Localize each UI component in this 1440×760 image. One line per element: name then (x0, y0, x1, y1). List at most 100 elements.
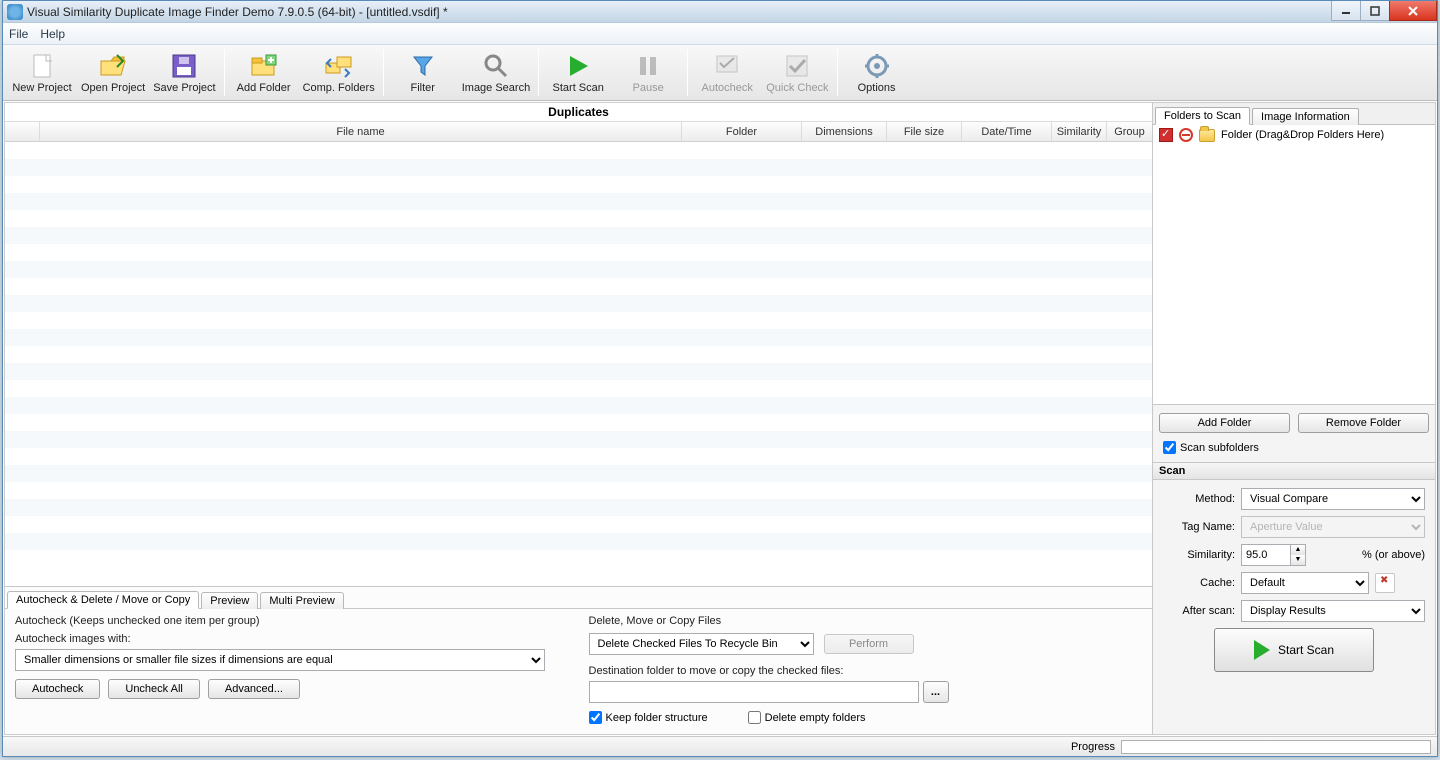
autocheck-label: Autocheck images with: (15, 633, 569, 645)
exclude-toggle-icon[interactable] (1179, 128, 1193, 142)
image-search-button[interactable]: Image Search (458, 45, 534, 100)
uncheck-all-button[interactable]: Uncheck All (108, 679, 199, 699)
bottom-panel: Autocheck & Delete / Move or Copy Previe… (5, 586, 1152, 734)
menu-file[interactable]: File (9, 27, 28, 41)
afterscan-select[interactable]: Display Results (1241, 600, 1425, 622)
column-checkbox[interactable] (5, 122, 40, 141)
column-folder[interactable]: Folder (682, 122, 802, 141)
folder-placeholder-text: Folder (Drag&Drop Folders Here) (1221, 129, 1384, 141)
scan-form: Method: Visual Compare Tag Name: Apertur… (1153, 480, 1435, 680)
column-datetime[interactable]: Date/Time (962, 122, 1052, 141)
toolbar: New Project Open Project Save Project Ad… (3, 45, 1437, 101)
add-folder-side-button[interactable]: Add Folder (1159, 413, 1290, 433)
scan-subfolders-checkbox[interactable] (1163, 441, 1176, 454)
perform-button[interactable]: Perform (824, 634, 914, 654)
method-select[interactable]: Visual Compare (1241, 488, 1425, 510)
app-icon (7, 4, 23, 20)
filter-icon (409, 52, 437, 80)
results-grid[interactable] (5, 142, 1152, 586)
progress-label: Progress (1071, 741, 1115, 753)
comp-folders-button[interactable]: Comp. Folders (299, 45, 379, 100)
play-icon (564, 52, 592, 80)
tab-folders-to-scan[interactable]: Folders to Scan (1155, 107, 1250, 125)
destination-input[interactable] (589, 681, 919, 703)
cache-label: Cache: (1163, 577, 1235, 589)
tab-multi-preview[interactable]: Multi Preview (260, 592, 343, 609)
method-label: Method: (1163, 493, 1235, 505)
tab-image-information[interactable]: Image Information (1252, 108, 1359, 125)
cache-select[interactable]: Default (1241, 572, 1369, 594)
titlebar: Visual Similarity Duplicate Image Finder… (3, 1, 1437, 23)
tab-autocheck[interactable]: Autocheck & Delete / Move or Copy (7, 591, 199, 609)
tagname-label: Tag Name: (1163, 521, 1235, 533)
tagname-select: Aperture Value (1241, 516, 1425, 538)
similarity-input[interactable] (1241, 544, 1291, 566)
remove-folder-button[interactable]: Remove Folder (1298, 413, 1429, 433)
right-pane: Folders to Scan Image Information Folder… (1152, 103, 1435, 734)
maximize-button[interactable] (1360, 1, 1390, 21)
keep-structure-checkbox[interactable]: Keep folder structure (589, 711, 708, 724)
folder-row[interactable]: Folder (Drag&Drop Folders Here) (1153, 125, 1435, 145)
gear-icon (863, 52, 891, 80)
autocheck-title: Autocheck (Keeps unchecked one item per … (15, 615, 569, 627)
filter-button[interactable]: Filter (388, 45, 458, 100)
minimize-button[interactable] (1331, 1, 1361, 21)
play-icon (1254, 640, 1270, 660)
browse-button[interactable]: ... (923, 681, 949, 703)
column-filename[interactable]: File name (40, 122, 682, 141)
delete-empty-checkbox[interactable]: Delete empty folders (748, 711, 866, 724)
menu-help[interactable]: Help (40, 27, 65, 41)
column-group[interactable]: Group (1107, 122, 1152, 141)
autocheck-criteria-select[interactable]: Smaller dimensions or smaller file sizes… (15, 649, 545, 671)
grid-headers: File name Folder Dimensions File size Da… (5, 122, 1152, 142)
new-project-icon (28, 52, 56, 80)
search-icon (482, 52, 510, 80)
autocheck-run-button[interactable]: Autocheck (15, 679, 100, 699)
similarity-spinner[interactable]: ▲▼ (1291, 544, 1306, 566)
app-window: Visual Similarity Duplicate Image Finder… (2, 0, 1438, 757)
column-dimensions[interactable]: Dimensions (802, 122, 887, 141)
open-project-button[interactable]: Open Project (77, 45, 149, 100)
autocheck-icon (713, 52, 741, 80)
content-area: Duplicates File name Folder Dimensions F… (4, 102, 1436, 735)
window-controls (1332, 1, 1437, 21)
scan-subfolders-label: Scan subfolders (1180, 442, 1259, 454)
bottom-tab-strip: Autocheck & Delete / Move or Copy Previe… (5, 587, 1152, 609)
progress-bar (1121, 740, 1431, 754)
quick-check-button[interactable]: Quick Check (762, 45, 832, 100)
statusbar: Progress (3, 736, 1437, 756)
options-button[interactable]: Options (842, 45, 912, 100)
compare-folders-icon (325, 52, 353, 80)
left-pane: Duplicates File name Folder Dimensions F… (5, 103, 1152, 734)
afterscan-label: After scan: (1163, 605, 1235, 617)
window-title: Visual Similarity Duplicate Image Finder… (27, 5, 448, 19)
advanced-button[interactable]: Advanced... (208, 679, 300, 699)
clear-cache-button[interactable] (1375, 573, 1395, 593)
quick-check-icon (783, 52, 811, 80)
autocheck-button[interactable]: Autocheck (692, 45, 762, 100)
folders-list[interactable]: Folder (Drag&Drop Folders Here) (1153, 125, 1435, 405)
new-project-button[interactable]: New Project (7, 45, 77, 100)
close-button[interactable] (1389, 1, 1437, 21)
file-action-select[interactable]: Delete Checked Files To Recycle Bin (589, 633, 814, 655)
similarity-label: Similarity: (1163, 549, 1235, 561)
pause-button[interactable]: Pause (613, 45, 683, 100)
duplicates-header: Duplicates (5, 103, 1152, 122)
delete-title: Delete, Move or Copy Files (589, 615, 1143, 627)
dest-label: Destination folder to move or copy the c… (589, 665, 1143, 677)
start-scan-button[interactable]: Start Scan (543, 45, 613, 100)
add-folder-button[interactable]: Add Folder (229, 45, 299, 100)
folder-icon (1199, 129, 1215, 142)
include-toggle-icon[interactable] (1159, 128, 1173, 142)
tab-preview[interactable]: Preview (201, 592, 258, 609)
right-tab-strip: Folders to Scan Image Information (1153, 103, 1435, 125)
scan-section-header: Scan (1153, 462, 1435, 480)
column-similarity[interactable]: Similarity (1052, 122, 1107, 141)
similarity-suffix: % (or above) (1362, 549, 1425, 561)
save-project-button[interactable]: Save Project (149, 45, 219, 100)
add-folder-icon (250, 52, 278, 80)
menubar: File Help (3, 23, 1437, 45)
column-filesize[interactable]: File size (887, 122, 962, 141)
start-scan-main-button[interactable]: Start Scan (1214, 628, 1374, 672)
pause-icon (634, 52, 662, 80)
